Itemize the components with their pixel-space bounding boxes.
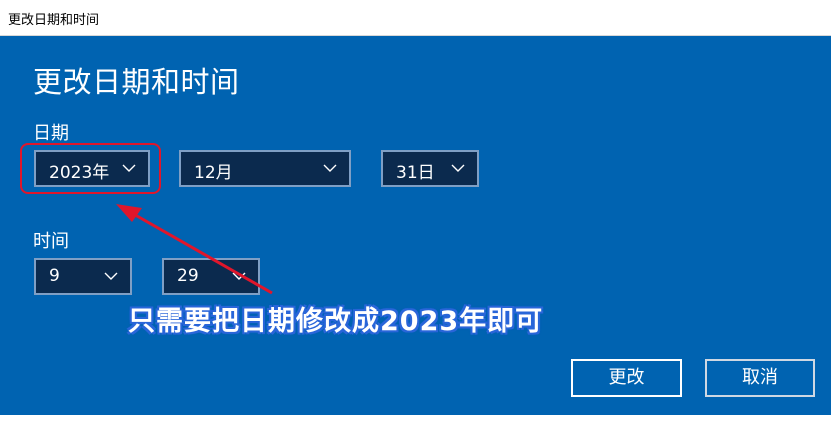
chevron-down-icon xyxy=(451,164,465,172)
bottom-strip xyxy=(0,415,831,425)
hour-value: 9 xyxy=(49,266,60,286)
cancel-button[interactable]: 取消 xyxy=(705,359,815,397)
page-title: 更改日期和时间 xyxy=(33,65,240,99)
day-dropdown[interactable]: 31日 xyxy=(381,150,479,187)
month-dropdown[interactable]: 12月 xyxy=(179,150,351,187)
day-value: 31日 xyxy=(396,163,435,183)
hour-dropdown[interactable]: 9 xyxy=(34,258,132,295)
change-date-time-window: 更改日期和时间 更改日期和时间 日期 2023年 12月 31日 时间 9 29… xyxy=(0,0,831,425)
minute-value: 29 xyxy=(177,266,199,286)
year-highlight-box xyxy=(20,143,161,194)
dialog-panel: 更改日期和时间 日期 2023年 12月 31日 时间 9 29 只需要把日期修… xyxy=(0,36,831,415)
annotation-text: 只需要把日期修改成2023年即可 xyxy=(128,306,544,337)
title-bar: 更改日期和时间 xyxy=(0,0,831,36)
window-title: 更改日期和时间 xyxy=(8,13,100,28)
month-value: 12月 xyxy=(194,163,233,183)
date-label: 日期 xyxy=(33,123,69,144)
minute-dropdown[interactable]: 29 xyxy=(162,258,260,295)
chevron-down-icon xyxy=(104,272,118,280)
time-label: 时间 xyxy=(33,231,69,252)
chevron-down-icon xyxy=(323,164,337,172)
change-button[interactable]: 更改 xyxy=(571,359,682,397)
chevron-down-icon xyxy=(232,272,246,280)
